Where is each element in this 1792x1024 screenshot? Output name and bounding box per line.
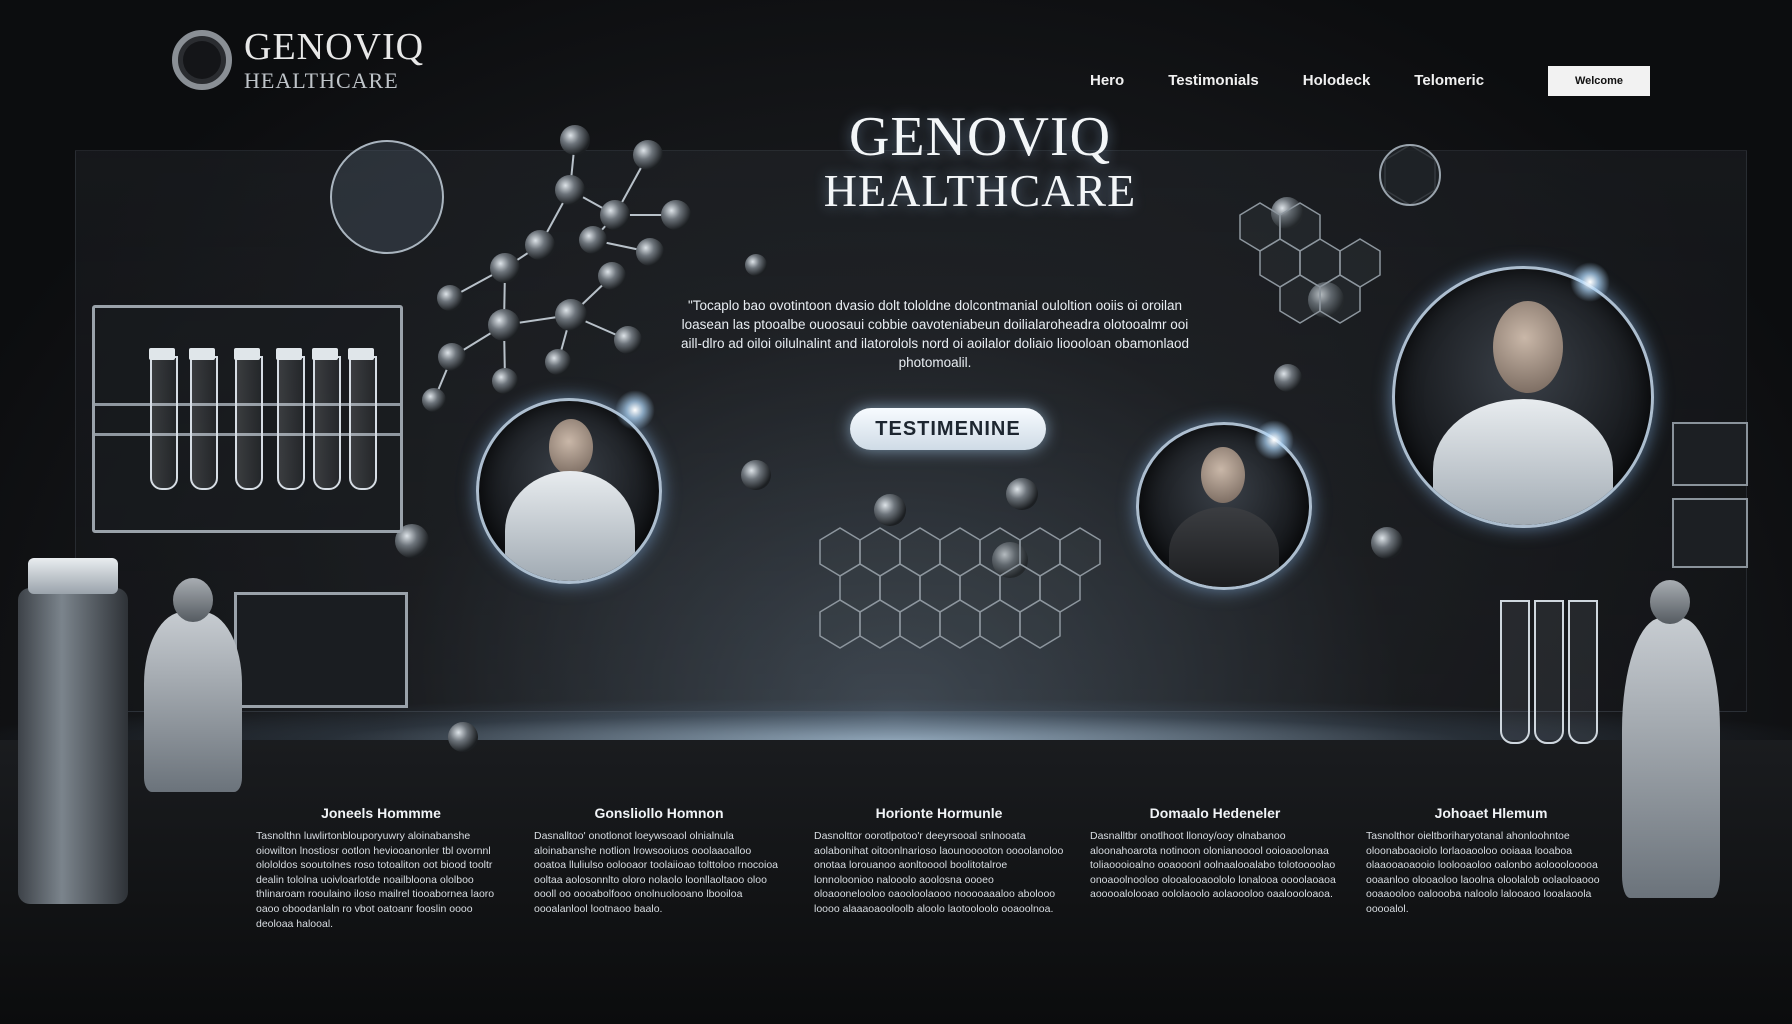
testimonial-text: Dasnalltoo' onotlonot loeywsoaol olnialn… bbox=[534, 830, 779, 915]
testimonial-name: Gonsliollo Homnon bbox=[594, 805, 724, 821]
scientist-head bbox=[173, 578, 213, 622]
scientist-head-right bbox=[1650, 580, 1690, 624]
testimonial-card: Joneels Hommme Tasnolthn luwlirtonbloupo… bbox=[256, 805, 506, 931]
testimonial-card: Domaalo Hedeneler Dasnalltbr onotlhoot l… bbox=[1090, 805, 1340, 902]
side-thumbnail-2 bbox=[1672, 498, 1748, 568]
hero-title-line2: HEALTHCARE bbox=[823, 164, 1137, 216]
testimonials-section: Joneels Hommme Tasnolthn luwlirtonbloupo… bbox=[250, 805, 1610, 935]
nav-item-holodeck[interactable]: Holodeck bbox=[1303, 72, 1371, 89]
portrait-flare bbox=[1254, 420, 1294, 460]
testimonial-text: Tasnolthor oieltboriharyotanal ahonloohn… bbox=[1366, 830, 1600, 915]
testimonial-text: Tasnolthn luwlirtonblouporyuwry aloinaba… bbox=[256, 830, 495, 930]
testimonial-card: Gonsliollo Homnon Dasnalltoo' onotlonot … bbox=[534, 805, 784, 917]
testimonial-card: Horionte Hormunle Dasnolttor oorotlpotoo… bbox=[814, 805, 1064, 917]
side-thumbnail-1 bbox=[1672, 422, 1748, 486]
testimonial-name: Joneels Hommme bbox=[321, 805, 441, 821]
welcome-button[interactable]: Welcome bbox=[1548, 66, 1650, 96]
portrait-flare bbox=[615, 390, 655, 430]
testimonial-name: Domaalo Hedeneler bbox=[1149, 805, 1281, 821]
brand-tagline: HEALTHCARE bbox=[244, 68, 399, 93]
brand-name: GENOVIQ bbox=[244, 26, 425, 68]
lab-monitor bbox=[234, 592, 408, 708]
testimonial-name: Johoaet Hlemum bbox=[1434, 805, 1548, 821]
testimonials-cta-button[interactable]: TESTIMENINE bbox=[850, 408, 1046, 450]
portrait-flare bbox=[1570, 262, 1610, 302]
right-test-tube-rack bbox=[1500, 600, 1630, 744]
test-tube-shelf bbox=[92, 305, 403, 533]
main-nav: Hero Testimonials Holodeck Telomeric bbox=[1090, 72, 1484, 89]
hero-description: "Tocaplo bao ovotintoon dvasio dolt tolo… bbox=[680, 298, 1190, 370]
nav-item-testimonials[interactable]: Testimonials bbox=[1168, 72, 1259, 89]
hero-title-line1: GENOVIQ bbox=[848, 106, 1112, 168]
medicine-jar bbox=[18, 558, 128, 904]
brand-logo[interactable]: GENOVIQ HEALTHCARE bbox=[172, 28, 424, 92]
testimonial-name: Horionte Hormunle bbox=[875, 805, 1003, 821]
testimonial-portrait-man-2 bbox=[1392, 266, 1654, 528]
logo-ring-icon bbox=[172, 30, 232, 90]
hero-title: GENOVIQ HEALTHCARE bbox=[780, 108, 1180, 215]
testimonial-text: Dasnalltbr onotlhoot llonoy/ooy olnabano… bbox=[1090, 830, 1336, 901]
scientist-silhouette-right bbox=[1622, 618, 1720, 898]
testimonial-card: Johoaet Hlemum Tasnolthor oieltboriharyo… bbox=[1366, 805, 1616, 917]
nav-item-telomeric[interactable]: Telomeric bbox=[1414, 72, 1484, 89]
scientist-silhouette bbox=[144, 612, 242, 792]
testimonial-text: Dasnolttor oorotlpotoo'r deeyrsooal snln… bbox=[814, 830, 1064, 915]
nav-item-hero[interactable]: Hero bbox=[1090, 72, 1124, 89]
